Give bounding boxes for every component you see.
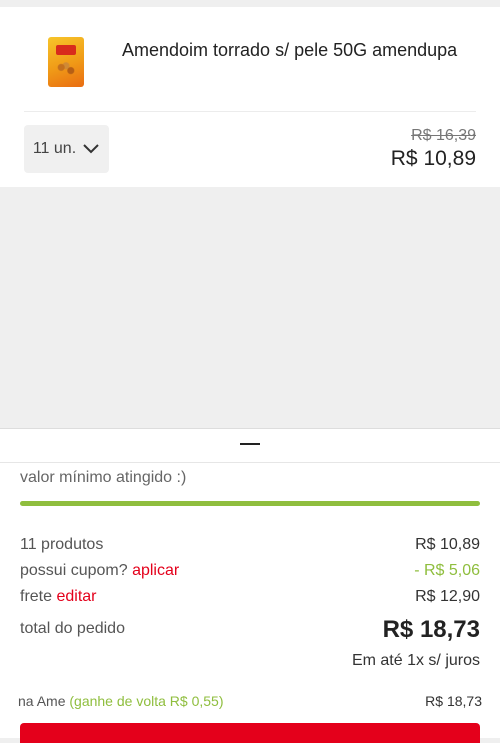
apply-coupon-link[interactable]: aplicar [132, 562, 179, 579]
current-price: R$ 10,89 [390, 147, 476, 170]
quantity-selector[interactable]: 11 un. [24, 125, 109, 173]
product-title[interactable]: Amendoim torrado s/ pele 50G amendupa [122, 37, 462, 63]
sheet-drag-handle[interactable] [240, 443, 260, 445]
product-card: Amendoim torrado s/ pele 50G amendupa 11… [0, 7, 500, 187]
order-summary-sheet: valor mínimo atingido :) 11 produtos R$ … [0, 428, 500, 743]
product-image[interactable] [48, 37, 84, 87]
divider [24, 111, 476, 112]
products-value: R$ 10,89 [415, 536, 480, 553]
old-price: R$ 16,39 [411, 127, 476, 144]
installments-text: Em até 1x s/ juros [351, 652, 480, 669]
shipping-row: frete editar [20, 588, 97, 606]
coupon-discount-value: - R$ 5,06 [414, 562, 480, 579]
ame-payment-row: na Ame (ganhe de volta R$ 0,55) [18, 693, 223, 709]
quantity-label: 11 un. [32, 140, 77, 157]
total-label: total do pedido [20, 620, 125, 637]
min-value-message: valor mínimo atingido :) [20, 469, 187, 486]
coupon-label: possui cupom? [20, 562, 128, 579]
ame-value: R$ 18,73 [425, 693, 482, 709]
chevron-down-icon [83, 144, 99, 154]
products-count-label: 11 produtos [20, 536, 104, 553]
progress-fill [20, 501, 480, 506]
ame-cashback-text: (ganhe de volta R$ 0,55) [69, 693, 224, 709]
checkout-button[interactable] [20, 723, 480, 743]
edit-shipping-link[interactable]: editar [56, 588, 96, 605]
coupon-row: possui cupom? aplicar [20, 562, 179, 580]
divider [0, 462, 500, 463]
shipping-label: frete [20, 588, 53, 605]
min-value-progress-bar [20, 501, 480, 506]
ame-label: na Ame [18, 693, 66, 709]
total-value: R$ 18,73 [382, 616, 480, 643]
shipping-value: R$ 12,90 [415, 588, 480, 605]
